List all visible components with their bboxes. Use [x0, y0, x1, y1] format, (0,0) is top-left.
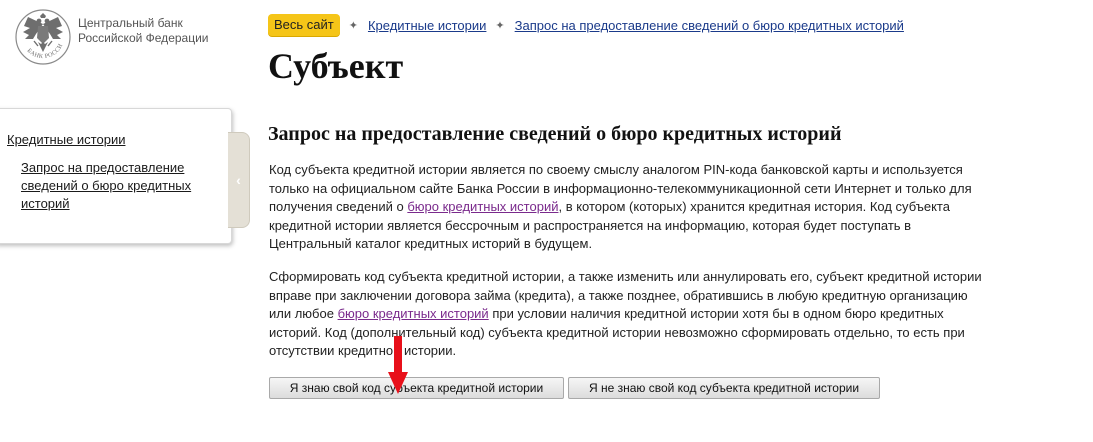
sidebar-item-bureau-request[interactable]: Запрос на предоставление сведений о бюро… — [21, 159, 221, 213]
paragraph-code-description: Код субъекта кредитной истории является … — [269, 161, 989, 254]
bureau-link[interactable]: бюро кредитных историй — [338, 306, 489, 321]
dont-know-code-button[interactable]: Я не знаю свой код субъекта кредитной ис… — [568, 377, 880, 399]
bank-logo[interactable]: БАНК РОССИИ Центральный банк Российской … — [14, 8, 209, 66]
chevron-left-icon: ‹ — [236, 172, 241, 188]
page-title: Субъект — [268, 46, 404, 86]
logo-title-line2: Российской Федерации — [78, 31, 209, 45]
breadcrumb-separator-icon: ✦ — [348, 19, 358, 32]
breadcrumb-separator-icon: ✦ — [495, 19, 505, 32]
double-eagle-emblem-icon: БАНК РОССИИ — [14, 8, 71, 65]
breadcrumb-credit-histories[interactable]: Кредитные истории — [368, 18, 486, 33]
bureau-link[interactable]: бюро кредитных историй — [407, 199, 558, 214]
breadcrumb-home[interactable]: Весь сайт — [268, 14, 340, 36]
logo-title: Центральный банк Российской Федерации — [78, 16, 209, 46]
breadcrumb: Весь сайт ✦ Кредитные истории ✦ Запрос н… — [268, 14, 904, 36]
red-arrow-annotation-icon — [388, 336, 408, 394]
breadcrumb-bureau-request[interactable]: Запрос на предоставление сведений о бюро… — [515, 18, 904, 33]
sidebar-item-credit-histories[interactable]: Кредитные истории — [7, 132, 125, 147]
section-title: Запрос на предоставление сведений о бюро… — [268, 123, 842, 145]
paragraph-code-creation: Сформировать код субъекта кредитной исто… — [269, 268, 989, 361]
know-code-button[interactable]: Я знаю свой код субъекта кредитной истор… — [269, 377, 564, 399]
logo-title-line1: Центральный банк — [78, 16, 183, 30]
sidebar-toggle[interactable]: ‹ — [228, 132, 250, 228]
